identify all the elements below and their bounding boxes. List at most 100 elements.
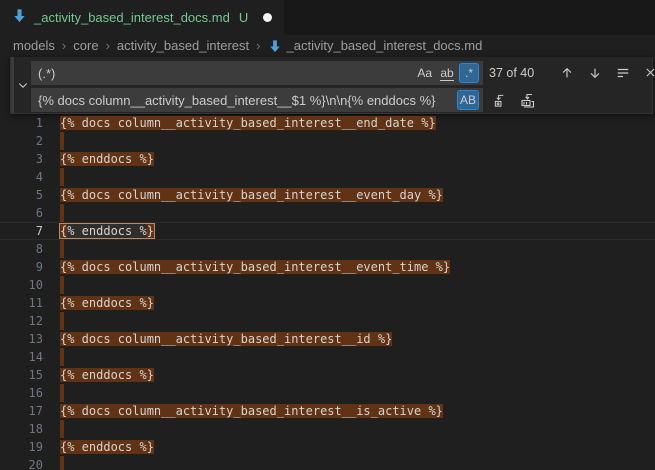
next-match-arrow-down-icon[interactable] xyxy=(584,60,605,85)
replace-input[interactable]: {% docs column__activity_based_interest_… xyxy=(31,88,483,112)
tab-title: _activity_based_interest_docs.md xyxy=(34,10,230,25)
code-line[interactable]: 16 xyxy=(0,384,655,402)
previous-match-arrow-up-icon[interactable] xyxy=(556,60,577,85)
find-replace-widget: (.*) Aa ab .* 37 of 40 xyxy=(10,57,653,114)
code-line[interactable]: 19 {% enddocs %} xyxy=(0,438,655,456)
git-status-badge: U xyxy=(239,10,248,25)
line-number: 9 xyxy=(0,258,43,276)
line-text xyxy=(60,132,64,150)
line-text xyxy=(60,384,64,402)
unsaved-changes-dot-icon[interactable] xyxy=(263,13,272,22)
replace-all-icon[interactable] xyxy=(517,88,538,113)
line-text xyxy=(60,240,64,258)
match-count: 37 of 40 xyxy=(489,61,534,85)
markdown-file-icon xyxy=(12,8,27,28)
line-text: {% docs column__activity_based_interest_… xyxy=(60,186,443,204)
empty-line-match-highlight xyxy=(60,456,64,470)
empty-line-match-highlight xyxy=(60,420,64,438)
line-number: 1 xyxy=(0,114,43,132)
code-line[interactable]: 14 xyxy=(0,348,655,366)
line-text: {% enddocs %} xyxy=(60,294,154,312)
breadcrumb-item-_activity_based_interest_docs.md[interactable]: _activity_based_interest_docs.md xyxy=(268,38,483,53)
line-number: 13 xyxy=(0,330,43,348)
line-text xyxy=(60,312,64,330)
line-text: {% docs column__activity_based_interest_… xyxy=(60,258,450,276)
line-number: 15 xyxy=(0,366,43,384)
breadcrumb-separator: › xyxy=(106,38,110,53)
code-line[interactable]: 6 xyxy=(0,204,655,222)
close-icon[interactable] xyxy=(640,60,655,85)
line-text: {% docs column__activity_based_interest_… xyxy=(60,402,443,420)
empty-line-match-highlight xyxy=(60,240,64,258)
line-number: 14 xyxy=(0,348,43,366)
empty-line-match-highlight xyxy=(60,276,64,294)
find-in-selection-icon[interactable] xyxy=(612,60,633,85)
breadcrumb-item-label: activity_based_interest xyxy=(117,38,249,53)
line-number: 19 xyxy=(0,438,43,456)
line-text: {% enddocs %} xyxy=(60,150,154,168)
breadcrumb-item-activity_based_interest[interactable]: activity_based_interest xyxy=(117,38,249,53)
line-text: {% enddocs %} xyxy=(60,222,154,240)
line-number: 17 xyxy=(0,402,43,420)
tab-bar: _activity_based_interest_docs.md U xyxy=(0,0,655,35)
replace-actions xyxy=(490,88,538,113)
breadcrumb-item-core[interactable]: core xyxy=(73,38,98,53)
line-number: 5 xyxy=(0,186,43,204)
current-find-match: {% enddocs %} xyxy=(60,224,154,238)
line-text: {% docs column__activity_based_interest_… xyxy=(60,114,436,132)
line-text xyxy=(60,348,64,366)
toggle-replace-chevron-icon[interactable] xyxy=(15,72,30,98)
find-input[interactable]: (.*) Aa ab .* xyxy=(31,61,483,85)
find-actions xyxy=(556,60,655,85)
code-line[interactable]: 5 {% docs column__activity_based_interest… xyxy=(0,186,655,204)
line-number: 20 xyxy=(0,456,43,470)
match-case-toggle[interactable]: Aa xyxy=(414,63,435,83)
breadcrumb-item-models[interactable]: models xyxy=(13,38,55,53)
code-line[interactable]: 17 {% docs column__activity_based_interes… xyxy=(0,402,655,420)
editor-pane: (.*) Aa ab .* 37 of 40 xyxy=(0,56,655,470)
line-number: 16 xyxy=(0,384,43,402)
code-line[interactable]: 10 xyxy=(0,276,655,294)
line-number: 6 xyxy=(0,204,43,222)
code-line[interactable]: 2 xyxy=(0,132,655,150)
line-number: 12 xyxy=(0,312,43,330)
code-line[interactable]: 12 xyxy=(0,312,655,330)
code-line[interactable]: 13 {% docs column__activity_based_interes… xyxy=(0,330,655,348)
vscode-window: _activity_based_interest_docs.md U model… xyxy=(0,0,655,470)
line-text: {% enddocs %} xyxy=(60,438,154,456)
line-number: 2 xyxy=(0,132,43,150)
line-number: 4 xyxy=(0,168,43,186)
breadcrumb-item-label: models xyxy=(13,38,55,53)
replace-input-value: {% docs column__activity_based_interest_… xyxy=(38,93,457,108)
code-line[interactable]: 11{% enddocs %} xyxy=(0,294,655,312)
line-number: 8 xyxy=(0,240,43,258)
replace-one-icon[interactable] xyxy=(490,88,511,113)
line-number: 3 xyxy=(0,150,43,168)
line-text xyxy=(60,204,64,222)
whole-word-toggle[interactable]: ab xyxy=(437,63,457,83)
line-text xyxy=(60,168,64,186)
code-line[interactable]: 7 {% enddocs %} xyxy=(0,222,655,240)
breadcrumb-item-label: core xyxy=(73,38,98,53)
empty-line-match-highlight xyxy=(60,384,64,402)
code-line[interactable]: 15{% enddocs %} xyxy=(0,366,655,384)
line-number: 7 xyxy=(0,222,43,240)
line-text: {% docs column__activity_based_interest_… xyxy=(60,330,392,348)
markdown-file-icon xyxy=(268,39,282,53)
line-number: 10 xyxy=(0,276,43,294)
empty-line-match-highlight xyxy=(60,168,64,186)
empty-line-match-highlight xyxy=(60,204,64,222)
tab-activity-based-interest-docs[interactable]: _activity_based_interest_docs.md U xyxy=(0,0,284,35)
code-line[interactable]: 20 xyxy=(0,456,655,470)
code-line[interactable]: 4 xyxy=(0,168,655,186)
code-line[interactable]: 8 xyxy=(0,240,655,258)
regex-toggle[interactable]: .* xyxy=(459,63,479,83)
preserve-case-toggle[interactable]: AB xyxy=(457,90,479,110)
code-line[interactable]: 1 {% docs column__activity_based_interest… xyxy=(0,114,655,132)
breadcrumb-separator: › xyxy=(62,38,66,53)
line-text xyxy=(60,456,64,470)
code-line[interactable]: 9 {% docs column__activity_based_interest… xyxy=(0,258,655,276)
code-line[interactable]: 3 {% enddocs %} xyxy=(0,150,655,168)
code-line[interactable]: 18 xyxy=(0,420,655,438)
breadcrumb-separator: › xyxy=(256,38,260,53)
